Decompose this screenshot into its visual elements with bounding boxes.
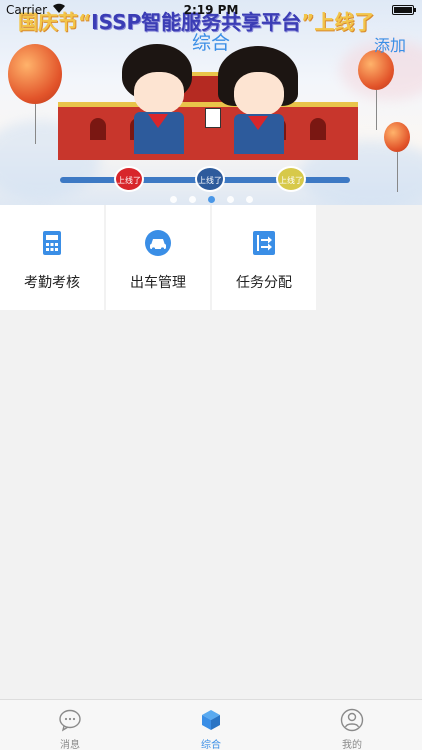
battery-icon xyxy=(392,5,416,15)
page-dot[interactable] xyxy=(226,196,234,203)
clock: 2:19 PM xyxy=(183,3,239,17)
grid-item-attendance[interactable]: 考勤考核 xyxy=(0,205,104,310)
page-title: 综合 xyxy=(191,32,230,54)
grid-item-vehicle[interactable]: 出车管理 xyxy=(106,205,210,310)
grid-item-label: 任务分配 xyxy=(236,275,292,291)
tab-label: 我的 xyxy=(342,740,362,750)
page-dot[interactable] xyxy=(245,196,253,203)
tab-messages[interactable]: 消息 xyxy=(0,700,140,750)
page-dot[interactable] xyxy=(188,196,196,203)
attendance-icon xyxy=(43,231,61,255)
message-icon xyxy=(59,709,81,732)
tab-profile[interactable]: 我的 xyxy=(282,700,422,750)
cartoon-girl xyxy=(218,46,302,154)
balloon-right-small xyxy=(384,122,410,192)
grid-item-label: 考勤考核 xyxy=(24,275,80,291)
page-indicator[interactable] xyxy=(0,188,422,205)
gate-window xyxy=(90,118,106,140)
grid-item-task[interactable]: 任务分配 xyxy=(212,205,316,310)
balloon-right xyxy=(358,50,394,130)
page-dot[interactable] xyxy=(169,196,177,203)
cartoon-boy xyxy=(120,44,200,154)
task-assign-icon xyxy=(253,231,275,255)
tab-bar: 消息 综合 我的 xyxy=(0,699,422,750)
tab-label: 消息 xyxy=(60,740,80,750)
page-dot[interactable] xyxy=(207,196,215,203)
carrier-label: Carrier xyxy=(6,3,48,17)
add-button[interactable]: 添加 xyxy=(374,32,406,56)
grid-item-label: 出车管理 xyxy=(130,275,186,291)
profile-icon xyxy=(340,708,364,732)
cube-icon xyxy=(202,710,220,730)
wifi-icon xyxy=(53,3,65,13)
tab-general[interactable]: 综合 xyxy=(141,700,281,750)
tab-label: 综合 xyxy=(201,740,221,750)
gate-window xyxy=(310,118,326,140)
car-icon xyxy=(145,230,171,256)
status-bar: Carrier 2:19 PM xyxy=(0,0,422,20)
promo-banner[interactable]: 上线了 上线了 上线了 国庆节“ISSP智能服务共享平台”上线了 综合 添加 C… xyxy=(0,0,422,205)
